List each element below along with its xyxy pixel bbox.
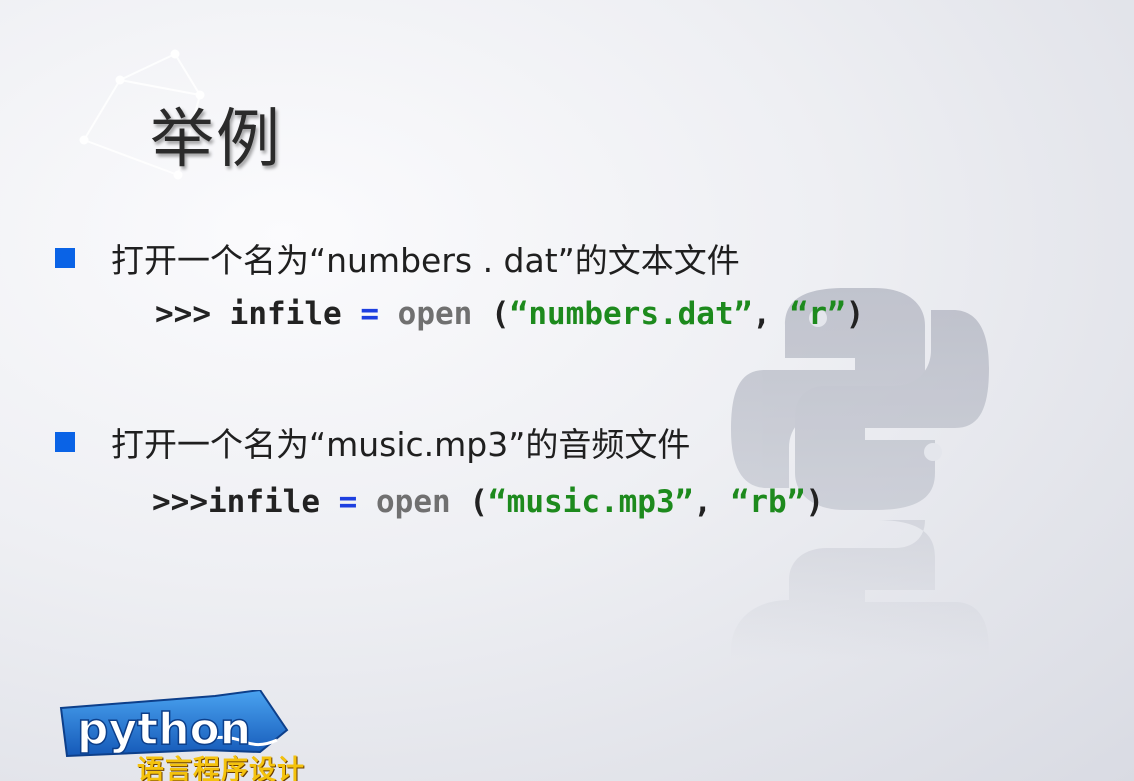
code-string-arg: “music.mp3” bbox=[488, 484, 694, 520]
bullet-text: 打开一个名为“numbers . dat”的文本文件 bbox=[111, 241, 740, 280]
code-line: >>> infile = open (“numbers.dat”, “r”) bbox=[155, 296, 864, 332]
code-separator: , bbox=[693, 484, 712, 520]
bullet-square-icon bbox=[55, 248, 75, 268]
slide: 举例 打开一个名为“numbers . dat”的文本文件 >>> infile… bbox=[0, 0, 1134, 781]
code-variable: infile bbox=[229, 296, 342, 332]
code-operator: = bbox=[338, 484, 358, 520]
code-prompt: >>> bbox=[152, 484, 208, 520]
code-mode-arg: “rb” bbox=[730, 484, 806, 520]
code-separator: , bbox=[752, 296, 771, 332]
code-variable: infile bbox=[208, 484, 320, 520]
code-function: open bbox=[376, 484, 451, 520]
list-item: 打开一个名为“music.mp3”的音频文件 bbox=[55, 418, 690, 466]
logo-subtitle: 语言程序设计 bbox=[137, 755, 305, 781]
code-mode-arg: “r” bbox=[789, 296, 846, 332]
code-string-arg: “numbers.dat” bbox=[509, 296, 753, 332]
bullet-square-icon bbox=[55, 432, 75, 452]
slide-title: 举例 bbox=[150, 103, 282, 177]
code-close-paren: ) bbox=[845, 296, 865, 332]
code-line: >>>infile = open (“music.mp3”, “rb”) bbox=[152, 484, 824, 520]
python-logo-icon bbox=[731, 288, 989, 660]
list-item: 打开一个名为“numbers . dat”的文本文件 bbox=[55, 234, 740, 282]
code-prompt: >>> bbox=[155, 296, 211, 332]
bullet-text: 打开一个名为“music.mp3”的音频文件 bbox=[111, 425, 691, 464]
code-function: open bbox=[397, 296, 473, 332]
code-close-paren: ) bbox=[805, 484, 824, 520]
code-open-paren: ( bbox=[469, 484, 488, 520]
code-open-paren: ( bbox=[491, 296, 510, 332]
code-operator: = bbox=[360, 296, 379, 332]
